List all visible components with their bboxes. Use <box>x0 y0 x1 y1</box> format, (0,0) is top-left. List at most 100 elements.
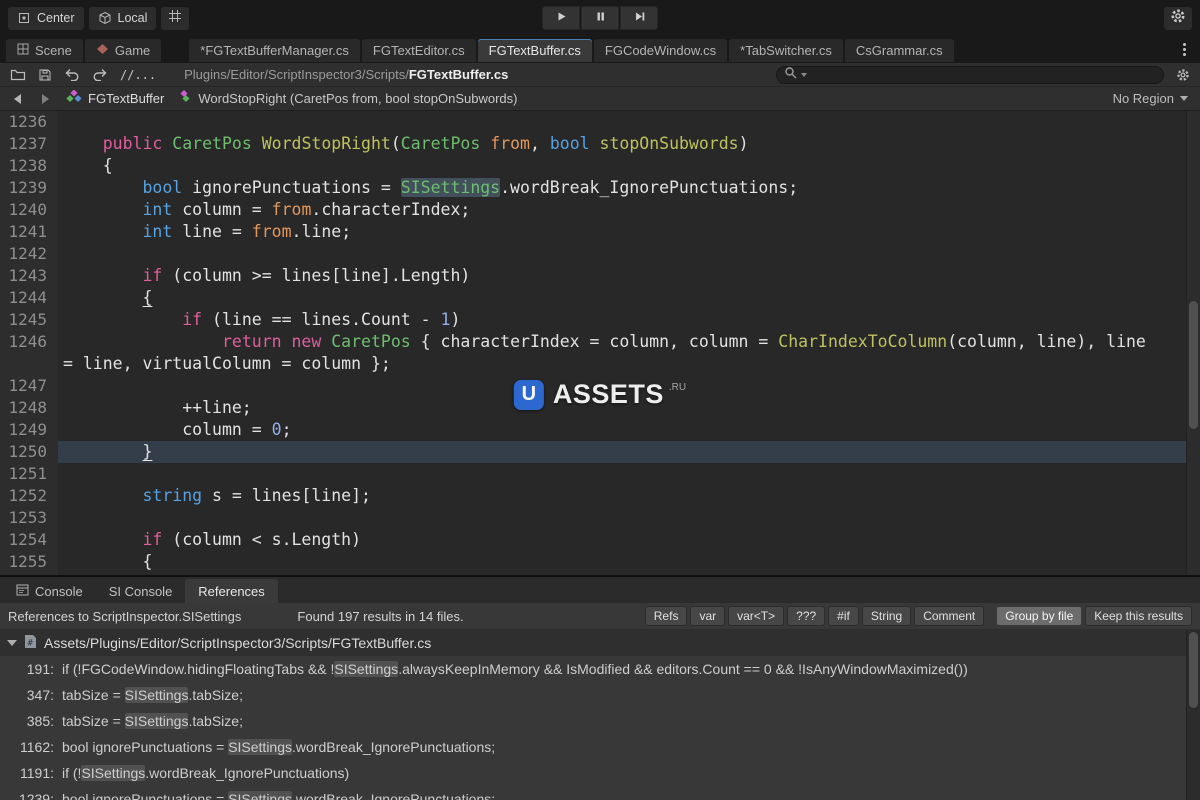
results-scrollbar[interactable] <box>1186 630 1200 800</box>
navigate-forward-button[interactable] <box>34 89 56 109</box>
file-tab[interactable]: FGTextBuffer.cs <box>478 39 592 62</box>
code-line[interactable]: 1243 if (column >= lines[line].Length) <box>0 265 1186 287</box>
code-line[interactable]: 1242 <box>0 243 1186 265</box>
filter-button[interactable]: #if <box>828 606 859 626</box>
code-lines: 12361237 public CaretPos WordStopRight(C… <box>0 111 1186 575</box>
code-text: string s = lines[line]; <box>58 485 1186 507</box>
line-number: 1250 <box>0 441 58 463</box>
tab-game[interactable]: Game <box>85 39 161 62</box>
file-tab-strip: *FGTextBufferManager.csFGTextEditor.csFG… <box>189 39 955 62</box>
code-line[interactable]: 1237 public CaretPos WordStopRight(Caret… <box>0 133 1186 155</box>
file-tab[interactable]: *FGTextBufferManager.cs <box>189 39 360 62</box>
play-icon <box>555 9 567 27</box>
code-line[interactable]: 1245 if (line == lines.Count - 1) <box>0 309 1186 331</box>
code-text: { <box>58 551 1186 573</box>
watermark-text: ASSETS <box>553 379 664 410</box>
pause-button[interactable] <box>582 7 619 30</box>
filter-button[interactable]: String <box>862 606 911 626</box>
file-tab[interactable]: FGTextEditor.cs <box>362 39 476 62</box>
toggle-comment-button[interactable]: //... <box>120 68 156 82</box>
tab-scene[interactable]: Scene <box>6 39 83 62</box>
references-toolbar: References to ScriptInspector.SISettings… <box>0 603 1200 630</box>
foldout-arrow-icon[interactable] <box>7 640 17 646</box>
references-scope-label: References to ScriptInspector.SISettings <box>8 609 241 624</box>
filter-button[interactable]: Group by file <box>996 606 1082 626</box>
code-line[interactable]: 1249 column = 0; <box>0 419 1186 441</box>
watermark: U ASSETS .RU <box>514 379 686 410</box>
script-settings-gear-icon[interactable] <box>1176 65 1190 85</box>
file-tab[interactable]: FGCodeWindow.cs <box>594 39 727 62</box>
result-rows: # Assets/Plugins/Editor/ScriptInspector3… <box>0 630 1186 800</box>
result-file-header[interactable]: # Assets/Plugins/Editor/ScriptInspector3… <box>0 630 1186 656</box>
code-line[interactable]: 1250 } <box>0 441 1186 463</box>
result-row[interactable]: 385:tabSize = SISettings.tabSize; <box>0 708 1186 734</box>
result-row[interactable]: 191:if (!FGCodeWindow.hidingFloatingTabs… <box>0 656 1186 682</box>
code-line[interactable]: 1246 return new CaretPos { characterInde… <box>0 331 1186 353</box>
line-number: 1243 <box>0 265 58 287</box>
line-number: 1249 <box>0 419 58 441</box>
file-tab[interactable]: *TabSwitcher.cs <box>729 39 843 62</box>
filter-button[interactable]: var<T> <box>728 606 784 626</box>
grid-snap-button[interactable] <box>161 7 189 30</box>
tab-si-console[interactable]: SI Console <box>96 579 186 603</box>
code-text: { <box>58 155 1186 177</box>
code-line[interactable]: 1240 int column = from.characterIndex; <box>0 199 1186 221</box>
search-options-arrow-icon[interactable] <box>801 73 807 77</box>
code-line[interactable]: 1252 string s = lines[line]; <box>0 485 1186 507</box>
filter-button[interactable]: Keep this results <box>1085 606 1192 626</box>
open-file-icon[interactable] <box>10 65 26 85</box>
code-line[interactable]: 1254 if (column < s.Length) <box>0 529 1186 551</box>
result-text: bool ignorePunctuations = SISettings.wor… <box>62 791 495 800</box>
orientation-local-button[interactable]: Local <box>89 7 157 30</box>
code-line[interactable]: 1236 <box>0 111 1186 133</box>
undo-icon[interactable] <box>64 65 80 85</box>
filter-button[interactable]: ??? <box>787 606 825 626</box>
code-line[interactable]: 1253 <box>0 507 1186 529</box>
code-line[interactable]: = line, virtualColumn = column }; <box>0 353 1186 375</box>
result-row[interactable]: 1191:if (!SISettings.wordBreak_IgnorePun… <box>0 760 1186 786</box>
result-row[interactable]: 1162:bool ignorePunctuations = SISetting… <box>0 734 1186 760</box>
step-button[interactable] <box>621 7 658 30</box>
playmode-controls <box>543 7 658 30</box>
code-line[interactable]: 1238 { <box>0 155 1186 177</box>
tab-references[interactable]: References <box>185 579 277 603</box>
filter-button[interactable]: var <box>690 606 725 626</box>
search-input[interactable] <box>811 68 1156 82</box>
code-text: = line, virtualColumn = column }; <box>58 353 1186 375</box>
result-text: bool ignorePunctuations = SISettings.wor… <box>62 739 495 755</box>
result-row[interactable]: 347:tabSize = SISettings.tabSize; <box>0 682 1186 708</box>
filter-button[interactable]: Refs <box>645 606 688 626</box>
pivot-center-button[interactable]: Center <box>8 7 84 30</box>
watermark-tld: .RU <box>669 382 686 393</box>
file-tab[interactable]: CsGrammar.cs <box>845 39 954 62</box>
code-line[interactable]: 1241 int line = from.line; <box>0 221 1186 243</box>
member-icon <box>178 90 192 107</box>
code-line[interactable]: 1244 { <box>0 287 1186 309</box>
navigate-back-button[interactable] <box>6 89 28 109</box>
tab-overflow-button[interactable] <box>1174 39 1194 59</box>
editor-scrollbar-thumb[interactable] <box>1189 301 1198 429</box>
tab-console[interactable]: Console <box>3 579 96 603</box>
line-number: 1255 <box>0 551 58 573</box>
code-line[interactable]: 1255 { <box>0 551 1186 573</box>
redo-icon[interactable] <box>92 65 108 85</box>
tab-label: Scene <box>35 43 72 58</box>
code-editor[interactable]: 12361237 public CaretPos WordStopRight(C… <box>0 110 1200 575</box>
code-line[interactable]: 1251 <box>0 463 1186 485</box>
play-button[interactable] <box>543 7 580 30</box>
result-line-number: 191: <box>0 661 62 677</box>
current-member-dropdown[interactable]: WordStopRight (CaretPos from, bool stopO… <box>174 90 521 107</box>
editor-settings-button[interactable] <box>1164 7 1192 30</box>
search-box[interactable] <box>776 66 1164 84</box>
results-scrollbar-thumb[interactable] <box>1189 632 1198 708</box>
save-icon[interactable] <box>38 65 52 85</box>
line-number: 1246 <box>0 331 58 353</box>
result-text: if (!SISettings.wordBreak_IgnorePunctuat… <box>62 765 349 781</box>
editor-scrollbar[interactable] <box>1186 111 1200 575</box>
line-number: 1254 <box>0 529 58 551</box>
current-class-dropdown[interactable]: FGTextBuffer <box>62 90 168 107</box>
result-row[interactable]: 1239:bool ignorePunctuations = SISetting… <box>0 786 1186 800</box>
region-dropdown[interactable]: No Region <box>1113 91 1194 106</box>
filter-button[interactable]: Comment <box>914 606 984 626</box>
code-line[interactable]: 1239 bool ignorePunctuations = SISetting… <box>0 177 1186 199</box>
